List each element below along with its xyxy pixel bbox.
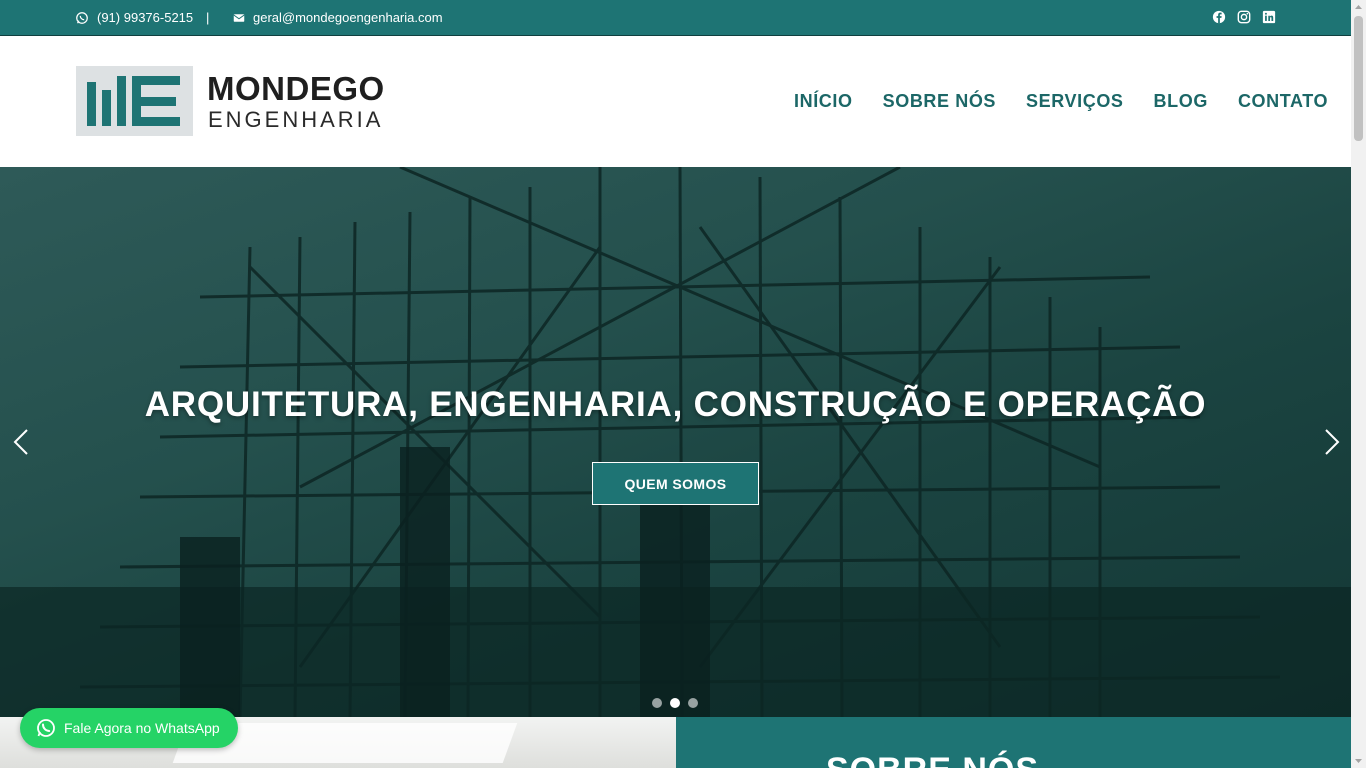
envelope-icon — [233, 13, 245, 22]
hero-slider: ARQUITETURA, ENGENHARIA, CONSTRUÇÃO E OP… — [0, 167, 1351, 717]
scaffolding-background-image — [0, 167, 1351, 717]
phone-number: (91) 99376-5215 — [97, 10, 194, 25]
logo-mark[interactable] — [76, 66, 193, 136]
top-contact-bar: (91) 99376-5215 | geral@mondegoengenhari… — [0, 0, 1351, 36]
email-address: geral@mondegoengenharia.com — [253, 10, 443, 25]
vertical-scrollbar[interactable] — [1351, 0, 1366, 768]
whatsapp-icon — [76, 11, 88, 24]
slider-pagination — [652, 698, 698, 708]
hero-title: ARQUITETURA, ENGENHARIA, CONSTRUÇÃO E OP… — [144, 385, 1207, 424]
whatsapp-chat-button[interactable]: Fale Agora no WhatsApp — [20, 708, 238, 748]
whatsapp-icon — [37, 719, 55, 737]
whatsapp-button-label: Fale Agora no WhatsApp — [64, 720, 220, 736]
scroll-up-arrow-icon[interactable] — [1354, 3, 1363, 12]
email-contact[interactable]: geral@mondegoengenharia.com — [233, 10, 443, 25]
logo-me-icon — [87, 76, 180, 126]
social-links — [1212, 10, 1276, 24]
chevron-left-icon[interactable] — [10, 427, 34, 457]
site-header: MONDEGO ENGENHARIA INÍCIO SOBRE NÓS SERV… — [0, 36, 1351, 167]
about-heading: SOBRE NÓS — [826, 751, 1039, 768]
instagram-icon[interactable] — [1237, 10, 1251, 24]
slider-dot-3[interactable] — [688, 698, 698, 708]
nav-item-servicos[interactable]: SERVIÇOS — [1026, 91, 1124, 112]
facebook-icon[interactable] — [1212, 10, 1226, 24]
phone-contact[interactable]: (91) 99376-5215 — [75, 10, 193, 25]
nav-item-sobre-nos[interactable]: SOBRE NÓS — [883, 91, 996, 112]
slider-dot-1[interactable] — [652, 698, 662, 708]
scroll-down-arrow-icon[interactable] — [1354, 756, 1363, 765]
scrollbar-thumb[interactable] — [1354, 16, 1363, 141]
nav-item-inicio[interactable]: INÍCIO — [794, 91, 853, 112]
topbar-separator: | — [206, 10, 210, 25]
logo-subtitle: ENGENHARIA — [208, 107, 384, 132]
linkedin-icon[interactable] — [1262, 10, 1276, 24]
quem-somos-button[interactable]: QUEM SOMOS — [592, 462, 759, 505]
slider-dot-2[interactable] — [670, 698, 680, 708]
nav-item-contato[interactable]: CONTATO — [1238, 91, 1328, 112]
about-section: SOBRE NÓS — [676, 717, 1351, 768]
chevron-right-icon[interactable] — [1319, 427, 1343, 457]
nav-item-blog[interactable]: BLOG — [1154, 91, 1208, 112]
main-navigation: INÍCIO SOBRE NÓS SERVIÇOS BLOG CONTATO — [794, 91, 1328, 112]
logo-name[interactable]: MONDEGO — [207, 71, 385, 107]
